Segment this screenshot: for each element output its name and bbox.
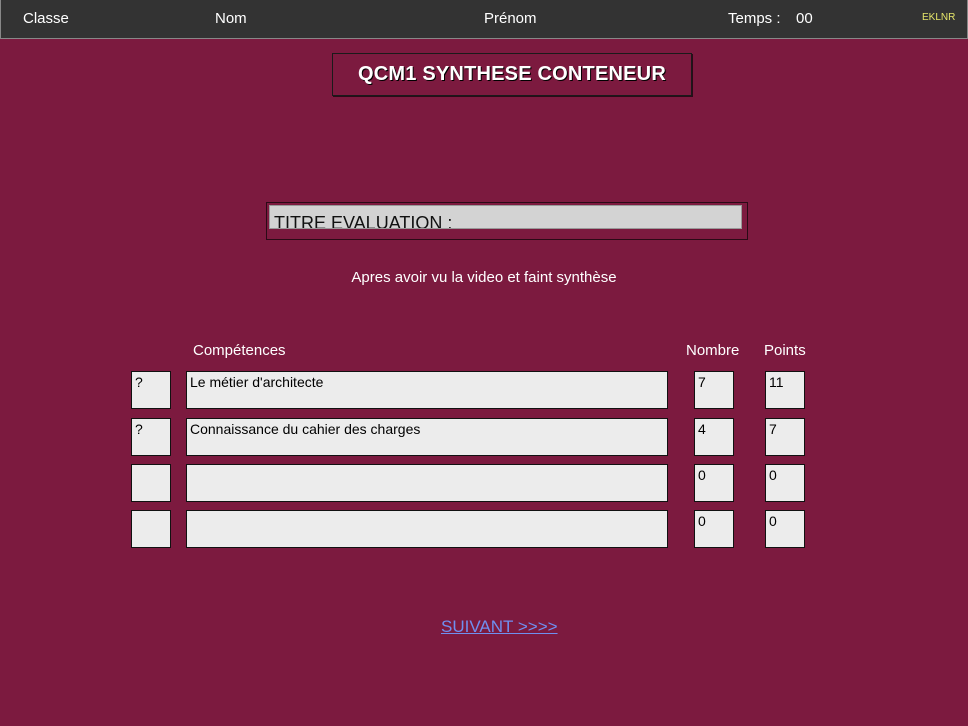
nombre-cell[interactable]: 4 — [694, 418, 734, 456]
evaluation-title-field[interactable]: TITRE EVALUATION : — [269, 205, 742, 229]
competence-cell[interactable]: Le métier d'architecte — [186, 371, 668, 409]
instruction-text: Apres avoir vu la video et faint synthès… — [351, 269, 617, 286]
brand-logo: EKLNR — [922, 12, 956, 23]
temps-value: 00 — [796, 10, 813, 27]
row-mark-cell[interactable]: ? — [131, 371, 171, 409]
header-nombre: Nombre — [686, 342, 740, 359]
page-title: QCM1 SYNTHESE CONTENEUR — [332, 53, 692, 96]
points-cell[interactable]: 0 — [765, 510, 805, 548]
nom-label: Nom — [215, 10, 247, 27]
next-link[interactable]: SUIVANT >>>> — [441, 617, 558, 637]
nombre-cell[interactable]: 7 — [694, 371, 734, 409]
competence-cell[interactable] — [186, 464, 668, 502]
evaluation-title-box: TITRE EVALUATION : — [266, 202, 748, 240]
row-mark-cell[interactable] — [131, 510, 171, 548]
points-cell[interactable]: 7 — [765, 418, 805, 456]
row-mark-cell[interactable]: ? — [131, 418, 171, 456]
points-cell[interactable]: 11 — [765, 371, 805, 409]
points-cell[interactable]: 0 — [765, 464, 805, 502]
temps-label: Temps : — [728, 10, 781, 27]
header-points: Points — [764, 342, 806, 359]
prenom-label: Prénom — [484, 10, 537, 27]
top-bar: Classe Nom Prénom Temps : 00 EKLNR — [0, 0, 968, 39]
competence-cell[interactable]: Connaissance du cahier des charges — [186, 418, 668, 456]
classe-label: Classe — [23, 10, 69, 27]
nombre-cell[interactable]: 0 — [694, 510, 734, 548]
header-competences: Compétences — [193, 342, 286, 359]
nombre-cell[interactable]: 0 — [694, 464, 734, 502]
row-mark-cell[interactable] — [131, 464, 171, 502]
competence-cell[interactable] — [186, 510, 668, 548]
